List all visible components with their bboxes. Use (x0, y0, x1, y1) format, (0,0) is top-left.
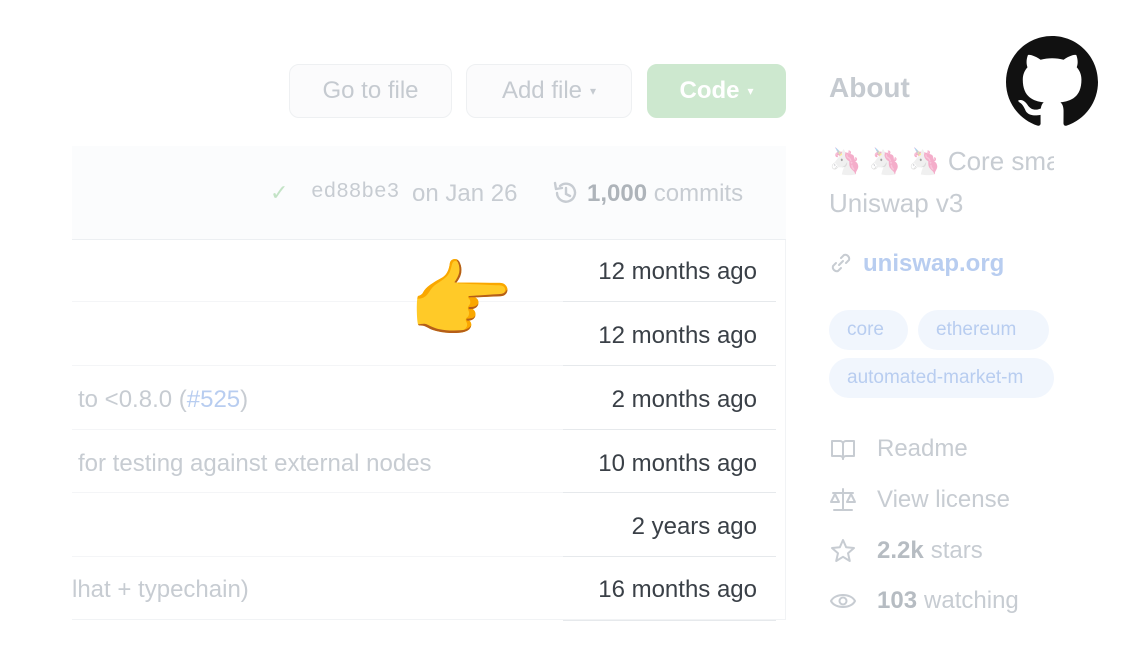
code-label: Code (679, 77, 740, 104)
check-icon: ✓ (270, 180, 289, 205)
history-icon (553, 181, 577, 203)
unicorn-emoji: 🦄 🦄 🦄 (829, 146, 941, 176)
go-to-file-label: Go to file (322, 77, 419, 104)
topic-tag[interactable]: ethereum (918, 310, 1049, 350)
watching-count: 103 (877, 587, 918, 614)
add-file-button[interactable]: Add file ▾ (466, 64, 632, 118)
repo-description: 🦄 🦄 🦄 Core sma Uniswap v3 (829, 140, 1054, 224)
row-divider (72, 556, 563, 557)
commit-count-label: commits (653, 180, 744, 207)
file-row-commit-message[interactable]: to <0.8.0 (#525) (78, 386, 248, 414)
row-divider (72, 492, 563, 493)
file-row-age: 2 months ago (611, 386, 757, 413)
row-divider (563, 365, 776, 366)
topic-tag[interactable]: core (829, 310, 908, 350)
file-row-age: 2 years ago (631, 513, 757, 540)
stars-count: 2.2k (877, 537, 924, 564)
description-line: Core sma (947, 146, 1054, 176)
commit-date: on Jan 26 (412, 180, 518, 207)
row-divider (72, 429, 563, 430)
book-icon (831, 440, 855, 460)
row-divider (563, 492, 776, 493)
eye-icon (830, 594, 856, 608)
file-row-commit-message[interactable]: for testing against external nodes (78, 450, 432, 478)
file-row-age: 16 months ago (598, 576, 757, 603)
add-file-label: Add file (501, 77, 583, 104)
chevron-down-icon: ▾ (590, 84, 597, 98)
pointing-hand-emoji: 👈 (410, 253, 518, 349)
row-divider (563, 620, 776, 621)
topic-tag[interactable]: automated-market-m (829, 358, 1054, 398)
row-divider (72, 365, 563, 366)
commit-count: 1,000 (587, 180, 648, 207)
go-to-file-button[interactable]: Go to file (289, 64, 452, 118)
code-button[interactable]: Code ▾ (647, 64, 786, 118)
row-divider (563, 301, 776, 302)
row-divider (563, 429, 776, 430)
commit-message-text: to <0.8.0 ( (78, 386, 187, 413)
website-link-row: uniswap.org (829, 250, 1004, 278)
description-line: Uniswap v3 (829, 188, 964, 218)
commit-sha-link[interactable]: ed88be3 (311, 181, 399, 204)
website-link[interactable]: uniswap.org (863, 250, 1004, 277)
pull-request-link[interactable]: #525 (187, 386, 240, 413)
star-icon (831, 539, 855, 562)
commit-message-text: ) (240, 386, 249, 413)
commits-link[interactable]: 1,000 commits (587, 180, 743, 208)
about-heading: About (829, 72, 910, 103)
scale-icon (830, 488, 856, 511)
stars-link[interactable]: 2.2k stars (829, 537, 983, 565)
readme-link[interactable]: Readme (829, 435, 968, 463)
chevron-down-icon: ▾ (747, 84, 754, 98)
license-label: View license (877, 486, 1010, 513)
stars-label: stars (930, 537, 983, 564)
row-divider (563, 556, 776, 557)
watchers-link[interactable]: 103 watching (829, 587, 1019, 615)
file-row-age: 10 months ago (598, 450, 757, 477)
github-logo-icon (1006, 36, 1098, 126)
file-row-age: 12 months ago (598, 322, 757, 349)
file-row-commit-message[interactable]: lhat + typechain) (72, 576, 249, 604)
watching-label: watching (924, 587, 1019, 614)
file-row-age: 12 months ago (598, 258, 757, 285)
license-link[interactable]: View license (829, 486, 1010, 514)
link-icon (831, 253, 851, 273)
readme-label: Readme (877, 435, 968, 462)
